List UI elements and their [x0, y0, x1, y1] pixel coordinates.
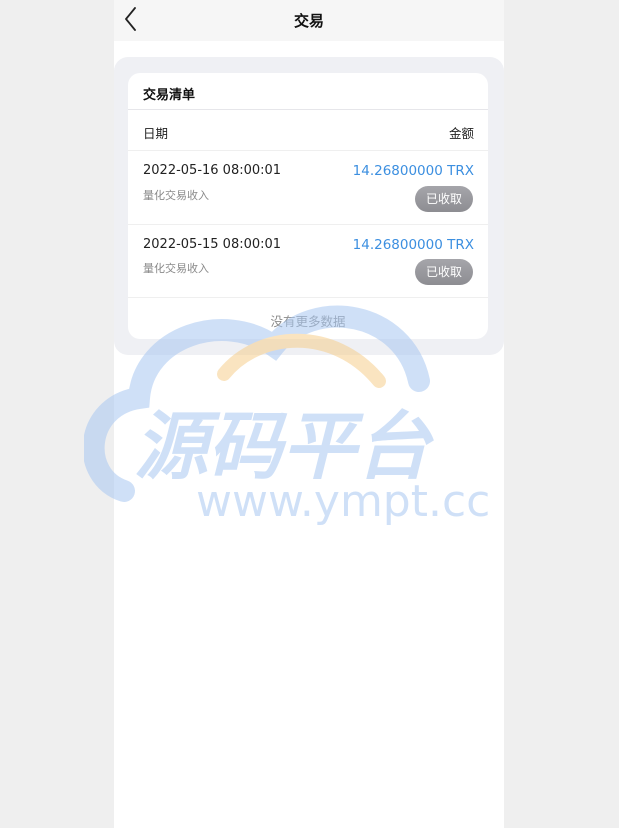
transaction-amount: 14.26800000 TRX	[352, 237, 474, 253]
divider	[128, 150, 488, 151]
divider	[128, 109, 488, 110]
card-title: 交易清单	[143, 88, 196, 103]
transaction-date: 2022-05-16 08:00:01	[143, 163, 282, 178]
nav-header: 交易	[114, 0, 504, 41]
transaction-description: 量化交易收入	[143, 262, 209, 275]
transaction-card-wrapper: 交易清单 日期 金额 2022-05-16 08:00:01 量化交易收入 14…	[114, 57, 504, 355]
column-header-amount: 金额	[448, 126, 474, 141]
divider	[128, 224, 488, 225]
phone-screen: 交易 交易清单 日期 金额 2022-05-16 08:00:01 量化交易收入…	[114, 0, 504, 828]
status-received-button[interactable]: 已收取	[415, 186, 473, 212]
transaction-amount: 14.26800000 TRX	[352, 163, 474, 179]
divider	[128, 297, 488, 298]
transaction-date: 2022-05-15 08:00:01	[143, 237, 282, 252]
no-more-data-label: 没有更多数据	[270, 314, 346, 329]
transaction-description: 量化交易收入	[143, 189, 209, 202]
status-received-button[interactable]: 已收取	[415, 259, 473, 285]
column-header-date: 日期	[143, 126, 169, 141]
transaction-list-card: 交易清单 日期 金额 2022-05-16 08:00:01 量化交易收入 14…	[128, 73, 488, 339]
page-title: 交易	[293, 12, 324, 30]
